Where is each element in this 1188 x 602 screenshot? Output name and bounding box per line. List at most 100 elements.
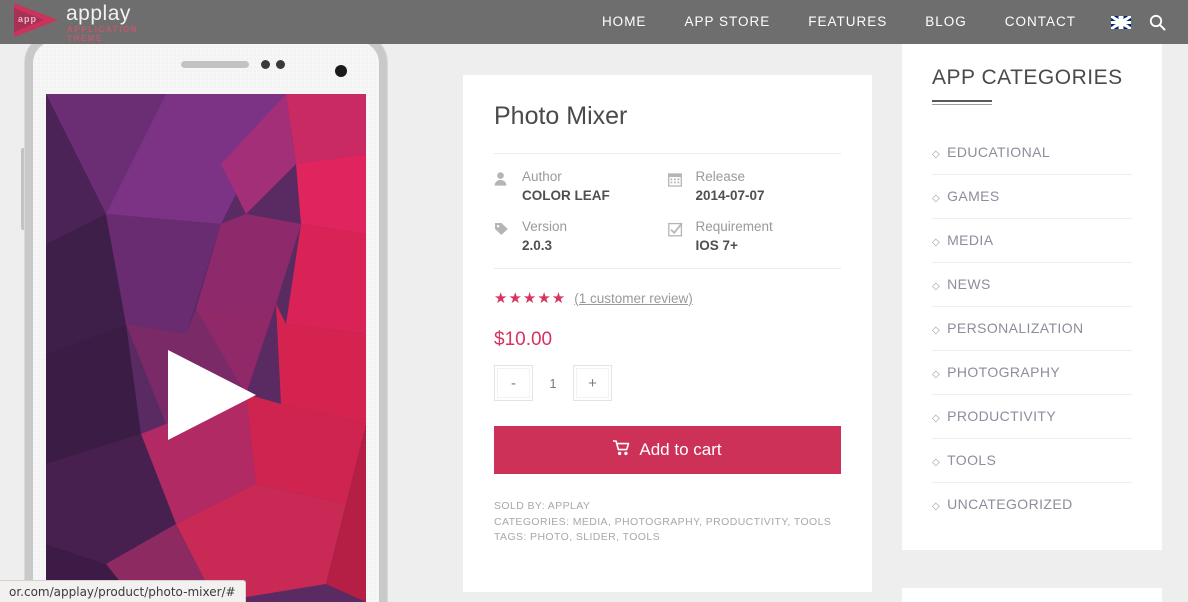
diamond-bullet-icon: ◇ (932, 193, 941, 204)
shopping-cart-icon (613, 439, 630, 461)
nav-item-home[interactable]: HOME (583, 0, 666, 44)
sold-by-text: SOLD BY: APPLAY (494, 500, 591, 512)
search-icon[interactable] (1149, 14, 1166, 31)
list-item: ◇ GAMES (932, 175, 1132, 219)
list-item: ◇ NEWS (932, 263, 1132, 307)
meta-requirement: Requirement IOS 7+ (667, 218, 842, 256)
add-to-cart-label: Add to cart (639, 440, 722, 459)
diamond-bullet-icon: ◇ (932, 413, 941, 424)
diamond-bullet-icon: ◇ (932, 325, 941, 336)
product-title: Photo Mixer (494, 102, 628, 130)
meta-label: Release (695, 169, 746, 184)
uk-flag-icon[interactable] (1111, 15, 1131, 29)
meta-value: IOS 7+ (695, 238, 738, 253)
diamond-bullet-icon: ◇ (932, 501, 941, 512)
sidebar-item-media[interactable]: ◇ MEDIA (932, 219, 1132, 262)
sidebar-widget-next (902, 588, 1162, 602)
quantity-increment-button[interactable]: + (573, 365, 612, 401)
add-to-cart-button[interactable]: Add to cart (494, 426, 841, 474)
product-card: Photo Mixer Author COLOR LEAF Version 2.… (463, 75, 872, 592)
meta-release: Release 2014-07-07 (667, 168, 842, 206)
meta-value: COLOR LEAF (522, 188, 610, 203)
widget-title: APP CATEGORIES (932, 66, 1123, 89)
tag-icon (494, 218, 522, 241)
logo-wordmark: applay (66, 2, 131, 25)
product-taxonomy: SOLD BY: APPLAY CATEGORIES: MEDIA, PHOTO… (494, 499, 841, 546)
meta-label: Author (522, 169, 562, 184)
product-price: $10.00 (494, 329, 553, 350)
divider (494, 268, 841, 269)
product-rating: ★★★★★ (1 customer review) (494, 289, 841, 307)
user-icon (494, 168, 522, 191)
sidebar-item-label: GAMES (947, 188, 1000, 204)
categories-text[interactable]: CATEGORIES: MEDIA, PHOTOGRAPHY, PRODUCTI… (494, 515, 841, 531)
title-underline (932, 100, 992, 102)
site-header: app applay APPLICATION THEME HOME APP ST… (0, 0, 1188, 44)
list-item: ◇ EDUCATIONAL (932, 131, 1132, 175)
phone-camera-icon (335, 65, 347, 77)
sidebar-item-label: PERSONALIZATION (947, 320, 1084, 336)
logo-tagline: APPLICATION THEME (67, 25, 139, 43)
diamond-bullet-icon: ◇ (932, 149, 941, 160)
product-meta: Author COLOR LEAF Version 2.0.3 Release … (494, 168, 841, 268)
category-list: ◇ EDUCATIONAL ◇ GAMES ◇ MEDIA ◇ NEWS ◇ PERSON… (932, 131, 1132, 526)
quantity-input[interactable] (533, 374, 573, 392)
low-poly-artwork (46, 94, 366, 602)
customer-review-link[interactable]: (1 customer review) (574, 291, 693, 306)
sidebar-item-label: UNCATEGORIZED (947, 496, 1073, 512)
app-preview-screen[interactable] (46, 94, 366, 602)
calendar-icon (667, 168, 696, 192)
quantity-decrement-button[interactable]: - (494, 365, 533, 401)
sidebar-item-personalization[interactable]: ◇ PERSONALIZATION (932, 307, 1132, 350)
main-navigation: HOME APP STORE FEATURES BLOG CONTACT (583, 0, 1166, 44)
sidebar-item-photography[interactable]: ◇ PHOTOGRAPHY (932, 351, 1132, 394)
list-item: ◇ TOOLS (932, 439, 1132, 483)
title-underline-secondary (932, 104, 992, 105)
nav-item-contact[interactable]: CONTACT (986, 0, 1095, 44)
checkbox-icon (667, 218, 696, 242)
nav-item-blog[interactable]: BLOG (906, 0, 986, 44)
meta-author: Author COLOR LEAF (494, 168, 668, 206)
meta-version: Version 2.0.3 (494, 218, 668, 256)
sidebar-item-productivity[interactable]: ◇ PRODUCTIVITY (932, 395, 1132, 438)
list-item: ◇ PERSONALIZATION (932, 307, 1132, 351)
sidebar-item-tools[interactable]: ◇ TOOLS (932, 439, 1132, 482)
sidebar-item-news[interactable]: ◇ NEWS (932, 263, 1132, 306)
sidebar-item-games[interactable]: ◇ GAMES (932, 175, 1132, 218)
diamond-bullet-icon: ◇ (932, 237, 941, 248)
page-root: app applay APPLICATION THEME HOME APP ST… (0, 0, 1188, 602)
sidebar-item-label: PHOTOGRAPHY (947, 364, 1061, 380)
diamond-bullet-icon: ◇ (932, 457, 941, 468)
diamond-bullet-icon: ◇ (932, 281, 941, 292)
logo-mark-text: app (18, 14, 38, 24)
tags-text[interactable]: TAGS: PHOTO, SLIDER, TOOLS (494, 530, 841, 546)
list-item: ◇ MEDIA (932, 219, 1132, 263)
sidebar-item-label: TOOLS (947, 452, 997, 468)
play-icon[interactable] (168, 350, 256, 440)
quantity-stepper: - + (494, 365, 841, 401)
sidebar-item-uncategorized[interactable]: ◇ UNCATEGORIZED (932, 483, 1132, 526)
phone-sensor-dot-icon (276, 60, 285, 69)
phone-speaker-icon (181, 61, 249, 68)
meta-value: 2014-07-07 (695, 188, 765, 203)
divider (494, 153, 841, 154)
logo-triangle-icon: app (14, 3, 62, 37)
diamond-bullet-icon: ◇ (932, 369, 941, 380)
list-item: ◇ PHOTOGRAPHY (932, 351, 1132, 395)
nav-item-app-store[interactable]: APP STORE (665, 0, 789, 44)
sidebar-item-label: PRODUCTIVITY (947, 408, 1057, 424)
sidebar-item-label: NEWS (947, 276, 991, 292)
meta-label: Requirement (695, 219, 773, 234)
phone-sensor-dot-icon (261, 60, 270, 69)
browser-status-bar: or.com/applay/product/photo-mixer/# (0, 580, 246, 602)
sidebar-item-educational[interactable]: ◇ EDUCATIONAL (932, 131, 1132, 174)
nav-item-features[interactable]: FEATURES (789, 0, 906, 44)
meta-value: 2.0.3 (522, 238, 553, 253)
status-bar-url: or.com/applay/product/photo-mixer/# (9, 584, 236, 599)
list-item: ◇ UNCATEGORIZED (932, 483, 1132, 526)
site-logo[interactable]: app applay APPLICATION THEME (14, 1, 144, 43)
star-rating-icon[interactable]: ★★★★★ (494, 289, 566, 307)
sidebar-widget-app-categories: APP CATEGORIES ◇ EDUCATIONAL ◇ GAMES ◇ MEDI… (902, 44, 1162, 550)
list-item: ◇ PRODUCTIVITY (932, 395, 1132, 439)
sidebar-item-label: MEDIA (947, 232, 994, 248)
